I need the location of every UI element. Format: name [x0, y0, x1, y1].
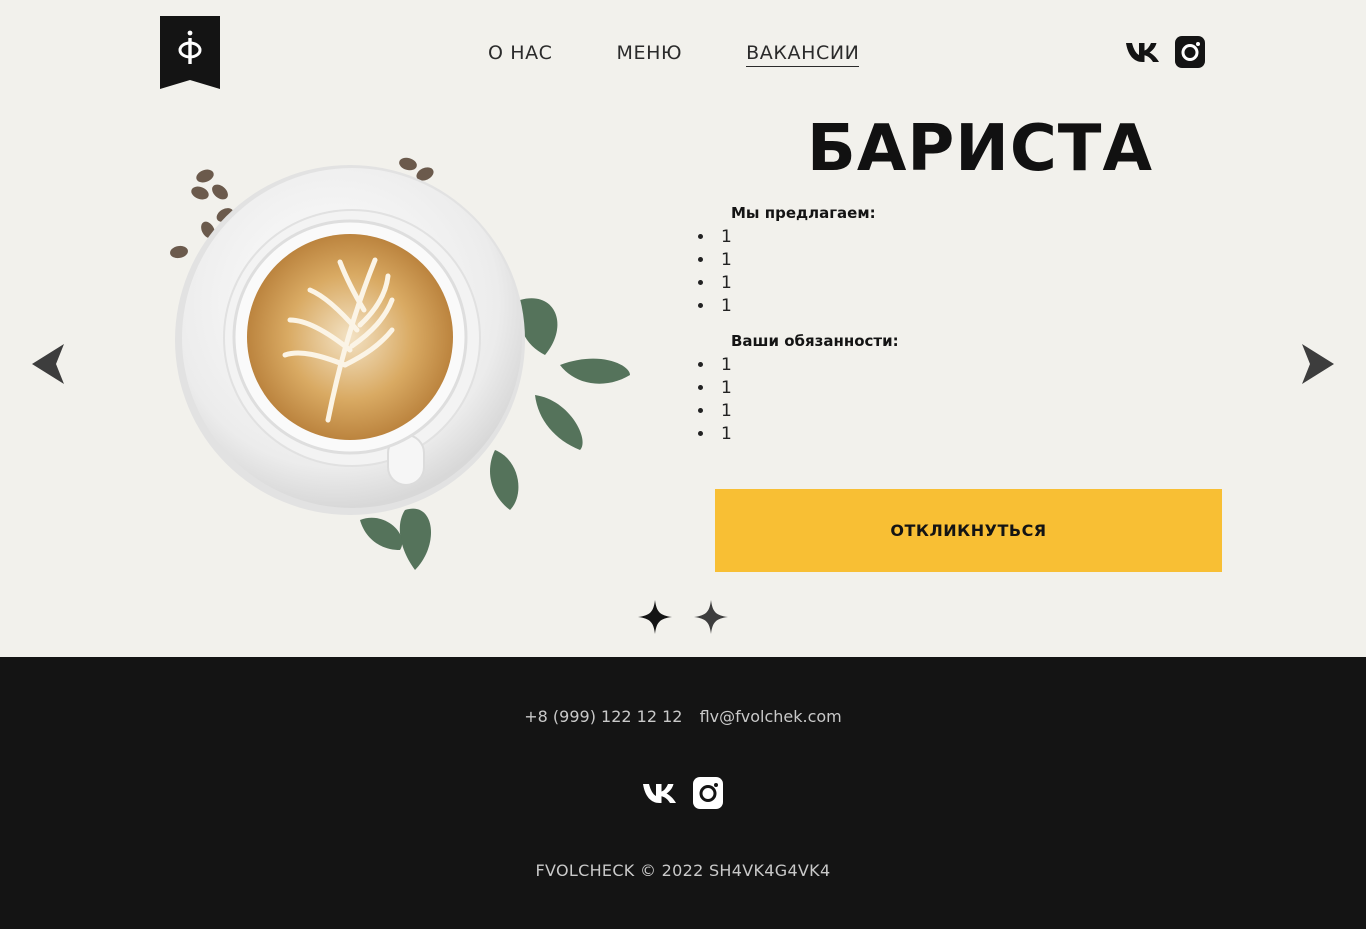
footer-email[interactable]: flv@fvolchek.com [700, 707, 842, 726]
list-item: 1 [715, 295, 1230, 318]
footer-phone[interactable]: +8 (999) 122 12 12 [524, 707, 682, 726]
list-item: 1 [715, 423, 1230, 446]
instagram-icon[interactable] [693, 777, 723, 809]
list-item: 1 [715, 272, 1230, 295]
list-item: 1 [715, 249, 1230, 272]
duties-heading: Ваши обязанности: [731, 332, 899, 350]
nav-item-vacancies[interactable]: ВАКАНСИИ [746, 42, 860, 67]
carousel-pagination [638, 600, 750, 634]
list-item: 1 [715, 377, 1230, 400]
logo[interactable] [160, 16, 220, 89]
apply-button[interactable]: ОТКЛИКНУТЬСЯ [715, 489, 1222, 572]
nav-item-about[interactable]: О НАС [488, 42, 553, 67]
duties-list: 1 1 1 1 [715, 354, 1230, 446]
vacancy-title: БАРИСТА [807, 112, 1153, 186]
coffee-cup-image [170, 157, 630, 570]
nav-item-menu[interactable]: МЕНЮ [617, 42, 683, 67]
copyright: FVOLCHECK © 2022 SH4VK4G4VK4 [535, 861, 831, 880]
vk-icon[interactable] [1125, 41, 1161, 63]
header-social [1125, 36, 1205, 68]
list-item: 1 [715, 354, 1230, 377]
instagram-icon[interactable] [1175, 36, 1205, 68]
footer-contacts: +8 (999) 122 12 12 flv@fvolchek.com [0, 707, 1366, 726]
vacancy-card: БАРИСТА Мы предлагаем: 1 1 1 1 Ваши обяз… [690, 112, 1230, 446]
offer-list: 1 1 1 1 [715, 226, 1230, 318]
offer-heading: Мы предлагаем: [731, 204, 876, 222]
list-item: 1 [715, 226, 1230, 249]
list-item: 1 [715, 400, 1230, 423]
vk-icon[interactable] [642, 782, 678, 804]
main-nav: О НАС МЕНЮ ВАКАНСИИ [488, 42, 923, 67]
arrow-right-icon[interactable] [1300, 344, 1334, 384]
footer: +8 (999) 122 12 12 flv@fvolchek.com FVOL… [0, 657, 1366, 929]
arrow-left-icon[interactable] [32, 344, 66, 384]
footer-social [642, 777, 723, 809]
slide-indicator-icon[interactable] [694, 600, 728, 634]
slide-indicator-active-icon[interactable] [638, 600, 672, 634]
